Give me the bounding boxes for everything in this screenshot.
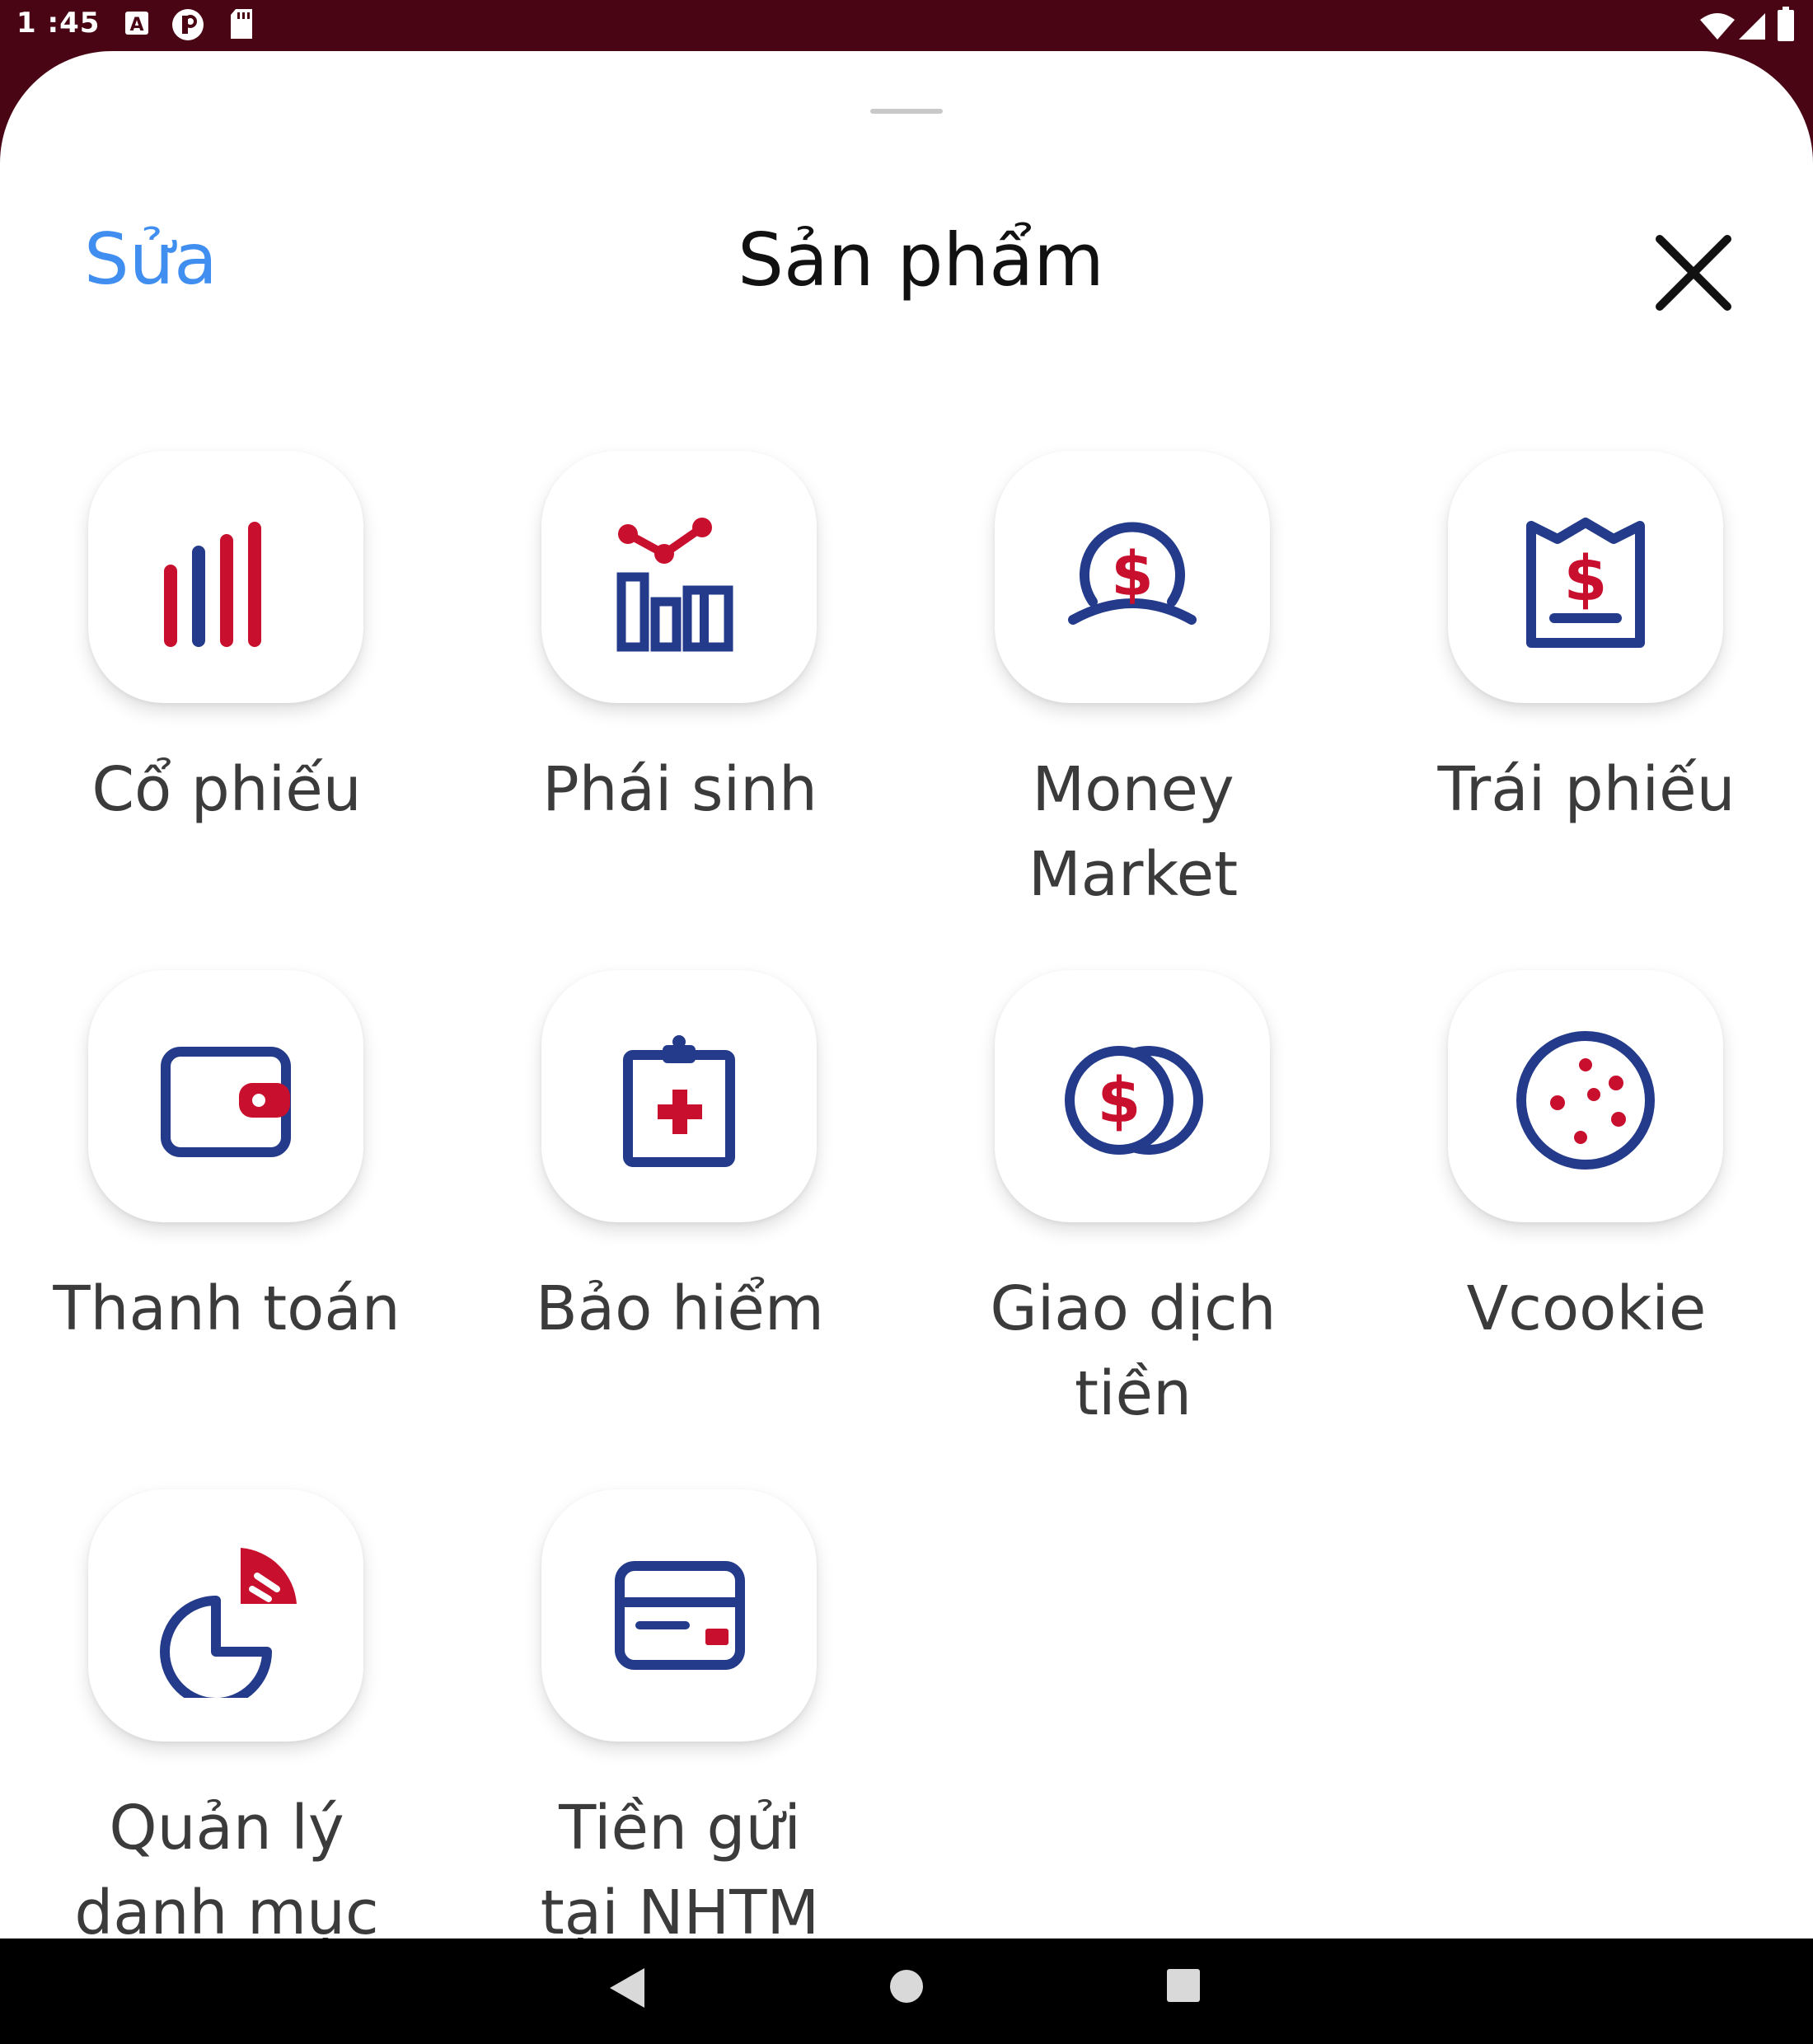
product-label: Vcookie bbox=[1466, 1273, 1707, 1344]
back-icon[interactable] bbox=[608, 1967, 646, 2009]
product-tile-money-market[interactable]: $ Money Market bbox=[906, 451, 1360, 945]
svg-text:$: $ bbox=[1111, 539, 1154, 610]
product-tile-bao-hiem[interactable]: Bảo hiểm bbox=[453, 970, 906, 1465]
status-time: 1 :45 bbox=[16, 7, 101, 40]
pie-chart-icon bbox=[160, 1548, 297, 1698]
sd-card-icon bbox=[231, 9, 252, 39]
svg-text:$: $ bbox=[1564, 541, 1608, 615]
bar-chart-icon bbox=[164, 522, 261, 647]
product-label: Trái phiếu bbox=[1437, 754, 1736, 825]
cookie-icon bbox=[1516, 1031, 1655, 1170]
bank-card-icon bbox=[615, 1561, 745, 1670]
bond-receipt-icon: $ bbox=[1526, 518, 1645, 648]
product-label: Quản lý danh mục bbox=[74, 1793, 379, 1939]
product-tile-trai-phieu[interactable]: $ Trái phiếu bbox=[1360, 451, 1813, 945]
navigation-bar bbox=[0, 1939, 1813, 2044]
product-label: Giao dịch tiền bbox=[990, 1273, 1277, 1429]
battery-icon bbox=[1778, 7, 1794, 41]
p-circle-icon bbox=[172, 9, 204, 40]
product-tile-quan-ly-danh-muc[interactable]: Quản lý danh mục bbox=[0, 1489, 453, 1939]
svg-text:$: $ bbox=[1098, 1063, 1141, 1137]
money-market-icon: $ bbox=[1068, 522, 1197, 625]
drag-handle[interactable] bbox=[870, 109, 943, 114]
a-box-icon: A bbox=[125, 12, 148, 35]
product-tile-giao-dich-tien[interactable]: $ Giao dịch tiền bbox=[906, 970, 1360, 1465]
product-tile-co-phieu[interactable]: Cổ phiếu bbox=[0, 451, 453, 945]
home-icon[interactable] bbox=[888, 1968, 925, 2004]
recents-icon[interactable] bbox=[1166, 1968, 1201, 2003]
product-label: Money Market bbox=[1028, 754, 1239, 910]
products-sheet: Sửa Sản phẩm Cổ phiếu Phái sinh $ Money … bbox=[0, 51, 1813, 1939]
product-tile-thanh-toan[interactable]: Thanh toán bbox=[0, 970, 453, 1465]
product-tile-phai-sinh[interactable]: Phái sinh bbox=[453, 451, 906, 945]
coins-icon: $ bbox=[1065, 1046, 1203, 1155]
trend-chart-icon bbox=[616, 518, 733, 652]
product-tile-vcookie[interactable]: Vcookie bbox=[1360, 970, 1813, 1465]
close-icon[interactable] bbox=[1648, 227, 1739, 318]
wallet-icon bbox=[161, 1047, 291, 1157]
product-label: Phái sinh bbox=[542, 754, 817, 825]
product-label: Tiền gửi tại NHTM bbox=[540, 1793, 820, 1939]
svg-text:A: A bbox=[129, 15, 143, 35]
product-tile-tien-gui-nhtm[interactable]: Tiền gửi tại NHTM bbox=[453, 1489, 906, 1939]
status-bar: 1 :45 A bbox=[0, 0, 1813, 51]
product-label: Thanh toán bbox=[53, 1273, 401, 1344]
product-label: Bảo hiểm bbox=[536, 1273, 824, 1344]
cell-signal-icon bbox=[1739, 13, 1765, 40]
wifi-icon bbox=[1700, 13, 1735, 40]
sheet-title: Sản phẩm bbox=[738, 218, 1104, 302]
product-label: Cổ phiếu bbox=[91, 754, 362, 825]
insurance-clipboard-icon bbox=[623, 1035, 735, 1167]
